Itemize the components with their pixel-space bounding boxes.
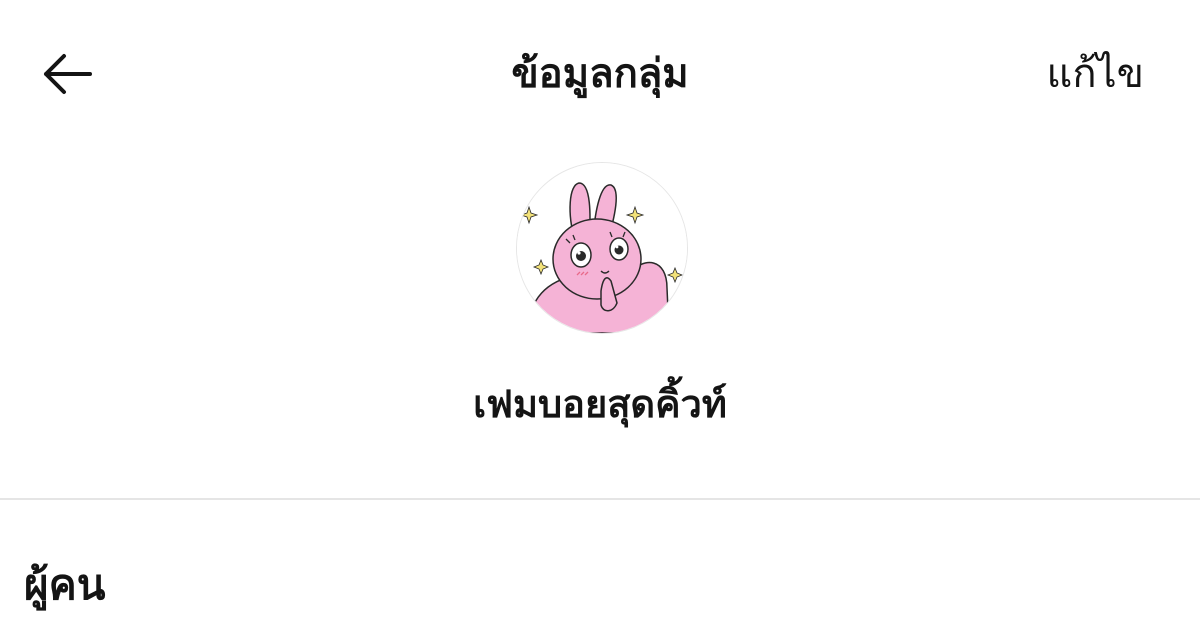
section-divider [0, 498, 1200, 500]
header: ข้อมูลกลุ่ม แก้ไข [0, 0, 1200, 150]
members-section-title: ผู้คน [24, 560, 106, 609]
pink-rabbit-avatar-icon [517, 163, 687, 333]
group-name: เฟมบอยสุดคิ้วท์ [473, 382, 727, 426]
group-avatar[interactable] [516, 162, 688, 334]
edit-button[interactable]: แก้ไข [1047, 46, 1144, 102]
page-title: ข้อมูลกลุ่ม [511, 51, 689, 97]
